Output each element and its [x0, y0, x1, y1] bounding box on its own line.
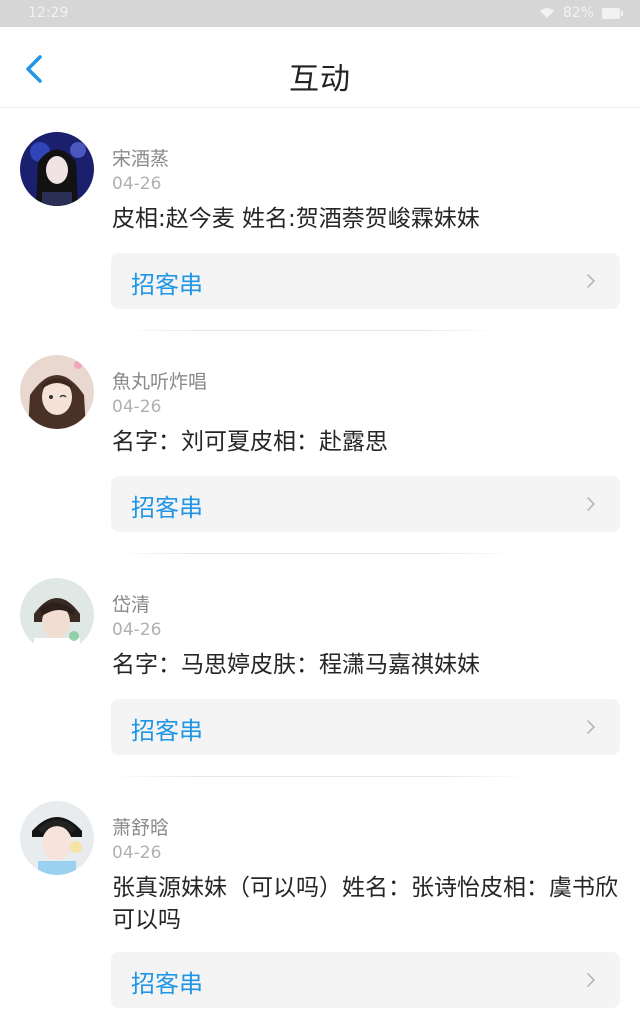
link-card[interactable]: 招客串 — [111, 476, 620, 532]
wifi-icon — [539, 7, 555, 19]
post-date: 04-26 — [112, 620, 162, 640]
post-text: 张真源妹妹（可以吗）姓名：张诗怡皮相：虞书欣可以吗 — [112, 875, 618, 933]
status-indicators: 82% — [539, 5, 623, 21]
nav-bar: 互动 — [0, 27, 640, 108]
divider — [110, 776, 530, 777]
chevron-right-icon — [587, 497, 596, 511]
link-label: 招客串 — [131, 717, 203, 745]
divider — [120, 330, 500, 331]
status-time: 12:29 — [28, 5, 69, 21]
chevron-right-icon — [587, 973, 596, 987]
user-name[interactable]: 宋酒蒸 — [112, 144, 169, 171]
divider — [110, 553, 520, 554]
link-card[interactable]: 招客串 — [111, 952, 620, 1008]
post-text: 名字：马思婷皮肤：程潇马嘉祺妹妹 — [112, 652, 480, 678]
battery-percent: 82% — [562, 5, 594, 21]
post-text: 皮相:赵今麦 姓名:贺酒萘贺峻霖妹妹 — [112, 206, 480, 232]
page-title: 互动 — [289, 62, 351, 97]
chevron-right-icon — [587, 720, 596, 734]
link-label: 招客串 — [131, 494, 203, 522]
user-name[interactable]: 萧舒晗 — [112, 813, 169, 840]
avatar[interactable] — [20, 801, 94, 875]
avatar[interactable] — [20, 355, 94, 429]
post-date: 04-26 — [112, 397, 162, 417]
link-label: 招客串 — [131, 271, 203, 299]
chevron-right-icon — [587, 274, 596, 288]
avatar[interactable] — [20, 132, 94, 206]
link-card[interactable]: 招客串 — [111, 253, 620, 309]
status-bar: 12:29 82% — [0, 0, 640, 27]
post-date: 04-26 — [112, 843, 162, 863]
post-date: 04-26 — [112, 174, 162, 194]
user-name[interactable]: 岱清 — [112, 590, 150, 617]
link-card[interactable]: 招客串 — [111, 699, 620, 755]
user-name[interactable]: 魚丸听炸唱 — [112, 367, 207, 394]
avatar[interactable] — [20, 578, 94, 652]
link-label: 招客串 — [131, 970, 203, 998]
battery-icon — [602, 7, 623, 19]
post-text: 名字：刘可夏皮相：赴露思 — [112, 429, 388, 455]
